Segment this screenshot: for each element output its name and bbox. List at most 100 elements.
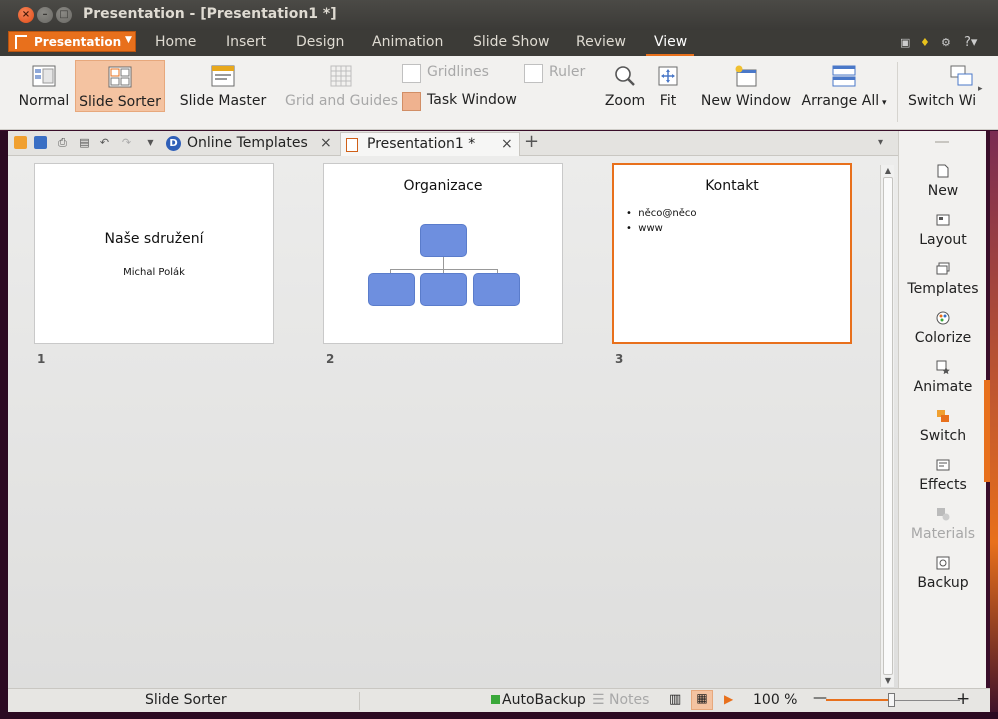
tab-home[interactable]: Home [155, 34, 196, 50]
quick-access-dropdown-icon[interactable]: ▼ [144, 136, 157, 149]
task-pane-templates[interactable]: Templates [899, 260, 987, 306]
fit-button[interactable]: Fit [654, 60, 682, 112]
task-pane: New Layout Templates Colorize Animate Sw… [898, 131, 986, 688]
grid-and-guides-button[interactable]: Grid and Guides [285, 60, 399, 112]
gridlines-checkbox-box[interactable] [402, 64, 421, 83]
arrange-all-button[interactable]: Arrange All ▾ [800, 60, 888, 112]
new-window-button[interactable]: New Window [700, 60, 792, 112]
zoom-in-button[interactable]: + [956, 689, 970, 709]
settings-icon[interactable]: ⚙ [941, 36, 951, 49]
slide-3-bullet: • www [626, 223, 663, 234]
slide-1-subtitle: Michal Polák [123, 267, 185, 278]
tab-online-templates-label: Online Templates [187, 135, 308, 151]
window-title: Presentation - [Presentation1 *] [83, 6, 337, 22]
ribbon-scroll-right-icon[interactable]: ▸ [978, 84, 983, 94]
slide-sorter-button[interactable]: Slide Sorter [75, 60, 165, 112]
window-close-button[interactable]: × [18, 7, 34, 23]
tab-slide-show[interactable]: Slide Show [473, 34, 549, 50]
ribbon-separator [897, 62, 898, 122]
tab-view[interactable]: View [654, 34, 687, 50]
slide-number-2: 2 [326, 352, 335, 366]
normal-view-label: Normal [18, 93, 70, 109]
tab-design[interactable]: Design [296, 34, 344, 50]
vertical-scrollbar[interactable]: ▲ ▼ [880, 165, 894, 687]
slide-master-button[interactable]: Slide Master [176, 60, 270, 112]
slide-sorter-status-icon[interactable]: ▦ [691, 690, 713, 710]
task-pane-materials[interactable]: Materials [899, 505, 987, 551]
zoom-slider-knob[interactable] [888, 693, 895, 707]
help-icon[interactable]: ?▾ [964, 35, 977, 50]
task-pane-materials-label: Materials [910, 526, 976, 542]
gridlines-label: Gridlines [427, 64, 489, 80]
autobackup-status-icon [491, 695, 500, 704]
window-minimize-button[interactable]: – [37, 7, 53, 23]
task-pane-colorize[interactable]: Colorize [899, 309, 987, 355]
normal-view-icon [32, 65, 56, 87]
materials-icon [937, 508, 950, 521]
task-pane-backup[interactable]: Backup [899, 554, 987, 600]
slide-show-status-icon[interactable]: ▶ [724, 692, 733, 706]
grid-and-guides-label: Grid and Guides [285, 93, 399, 109]
undo-icon[interactable]: ↶ [98, 136, 111, 149]
task-window-checkbox-box[interactable] [402, 92, 421, 111]
new-tab-plus-icon[interactable]: + [524, 131, 539, 152]
tab-online-templates[interactable]: D Online Templates × [160, 132, 338, 156]
tab-presentation1[interactable]: Presentation1 * × [340, 132, 520, 156]
status-view-name: Slide Sorter [145, 692, 227, 708]
slide-thumbnail-2[interactable]: Organizace [323, 163, 563, 344]
task-pane-animate-label: Animate [913, 379, 973, 395]
scroll-up-icon[interactable]: ▲ [881, 166, 895, 175]
tab-review[interactable]: Review [576, 34, 626, 50]
zoom-button[interactable]: Zoom [602, 60, 648, 112]
task-pane-animate[interactable]: Animate [899, 358, 987, 404]
ribbon-view: Normal Slide Sorter Slide Master Grid an… [0, 56, 998, 130]
task-pane-grip[interactable] [935, 141, 949, 143]
task-pane-new[interactable]: New [899, 162, 987, 208]
scrollbar-thumb[interactable] [883, 177, 893, 675]
app-menu-button[interactable]: Presentation ▼ [8, 31, 136, 52]
switch-window-button[interactable]: Switch Wi [904, 60, 978, 112]
zoom-slider-fill [826, 699, 890, 701]
org-chart-connector [390, 269, 498, 270]
close-tab-icon[interactable]: × [501, 136, 513, 152]
slide-1-title: Naše sdružení [104, 231, 204, 247]
new-slide-icon [937, 164, 949, 178]
task-pane-layout-label: Layout [919, 232, 967, 248]
open-file-icon[interactable] [14, 136, 27, 149]
task-pane-effects[interactable]: Effects [899, 456, 987, 502]
task-pane-switch[interactable]: Switch [899, 407, 987, 453]
zoom-out-button[interactable]: — [813, 690, 827, 706]
shirt-icon[interactable]: ♦ [920, 36, 930, 49]
slide-thumbnail-1[interactable]: Naše sdružení Michal Polák [34, 163, 274, 344]
skin-icon[interactable]: ▣ [900, 36, 910, 49]
print-preview-icon[interactable]: ▤ [78, 136, 91, 149]
normal-view-button[interactable]: Normal [14, 60, 74, 112]
window-titlebar: × – □ Presentation - [Presentation1 *] [0, 0, 998, 30]
close-tab-icon[interactable]: × [320, 135, 332, 151]
scroll-down-icon[interactable]: ▼ [881, 676, 895, 685]
layout-icon [936, 214, 950, 226]
normal-view-status-icon[interactable]: ▥ [669, 692, 681, 707]
task-pane-templates-label: Templates [907, 281, 979, 297]
slide-thumbnail-3[interactable]: Kontakt • něco@něco • www [612, 163, 852, 344]
redo-icon[interactable]: ↷ [120, 136, 133, 149]
tab-list-dropdown-icon[interactable]: ▾ [878, 137, 883, 148]
zoom-label: Zoom [604, 93, 646, 109]
ruler-checkbox-box[interactable] [524, 64, 543, 83]
task-pane-switch-label: Switch [919, 428, 967, 444]
task-pane-collapse-handle[interactable] [984, 380, 990, 482]
autobackup-toggle[interactable]: AutoBackup [502, 692, 586, 708]
zoom-percentage[interactable]: 100 % [753, 692, 797, 708]
notes-toggle[interactable]: ☰ Notes [592, 692, 649, 708]
tab-insert[interactable]: Insert [226, 34, 266, 50]
print-icon[interactable]: ⎙ [56, 136, 69, 149]
org-chart-box [473, 273, 520, 306]
window-maximize-button[interactable]: □ [56, 7, 72, 23]
save-icon[interactable] [34, 136, 47, 149]
effects-icon [936, 459, 950, 471]
notes-icon: ☰ [592, 692, 610, 708]
ruler-label: Ruler [549, 64, 586, 80]
task-pane-layout[interactable]: Layout [899, 211, 987, 257]
tab-animation[interactable]: Animation [372, 34, 443, 50]
org-chart-box [420, 273, 467, 306]
